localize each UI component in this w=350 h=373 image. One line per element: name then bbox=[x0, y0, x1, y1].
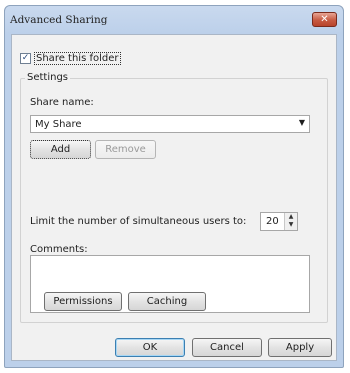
cancel-button-label: Cancel bbox=[210, 342, 244, 353]
user-limit-spinner[interactable]: 20 ▲ ▼ bbox=[260, 212, 298, 231]
apply-button-label: Apply bbox=[285, 342, 315, 353]
dialog-body: ✓ Share this folder Settings Share name:… bbox=[11, 34, 337, 361]
apply-button[interactable]: Apply bbox=[268, 338, 332, 357]
add-button-label: Add bbox=[50, 144, 71, 155]
limit-users-label: Limit the number of simultaneous users t… bbox=[30, 216, 247, 227]
spinner-buttons[interactable]: ▲ ▼ bbox=[284, 213, 297, 230]
remove-button[interactable]: Remove bbox=[95, 140, 156, 159]
share-folder-checkbox[interactable]: ✓ bbox=[20, 53, 31, 64]
spin-up-icon[interactable]: ▲ bbox=[285, 213, 297, 221]
ok-button-label: OK bbox=[142, 342, 158, 353]
cancel-button[interactable]: Cancel bbox=[192, 338, 262, 357]
permissions-button[interactable]: Permissions bbox=[44, 292, 122, 311]
settings-group: Settings Share name: My Share ▼ Add Remo… bbox=[20, 72, 328, 323]
close-button[interactable]: ✕ bbox=[312, 12, 337, 27]
close-icon: ✕ bbox=[320, 14, 329, 25]
user-limit-value: 20 bbox=[266, 216, 279, 227]
remove-button-label: Remove bbox=[105, 144, 146, 155]
ok-button[interactable]: OK bbox=[115, 338, 185, 357]
chevron-down-icon: ▼ bbox=[298, 118, 305, 127]
check-icon: ✓ bbox=[21, 53, 30, 63]
spin-down-icon[interactable]: ▼ bbox=[285, 221, 297, 229]
share-folder-option[interactable]: ✓ Share this folder bbox=[20, 52, 121, 65]
share-name-label: Share name: bbox=[30, 97, 94, 108]
permissions-button-label: Permissions bbox=[53, 296, 113, 307]
title-bar[interactable]: Advanced Sharing ✕ bbox=[5, 6, 343, 34]
add-button[interactable]: Add bbox=[30, 140, 91, 159]
window-title: Advanced Sharing bbox=[10, 14, 108, 26]
share-folder-label[interactable]: Share this folder bbox=[34, 52, 121, 65]
caching-button-label: Caching bbox=[146, 296, 188, 307]
advanced-sharing-window: Advanced Sharing ✕ ✓ Share this folder S… bbox=[4, 5, 344, 368]
share-name-dropdown[interactable]: My Share ▼ bbox=[30, 115, 310, 133]
share-name-value: My Share bbox=[35, 119, 82, 130]
comments-label: Comments: bbox=[30, 244, 88, 255]
caching-button[interactable]: Caching bbox=[128, 292, 206, 311]
settings-group-title: Settings bbox=[25, 72, 71, 83]
